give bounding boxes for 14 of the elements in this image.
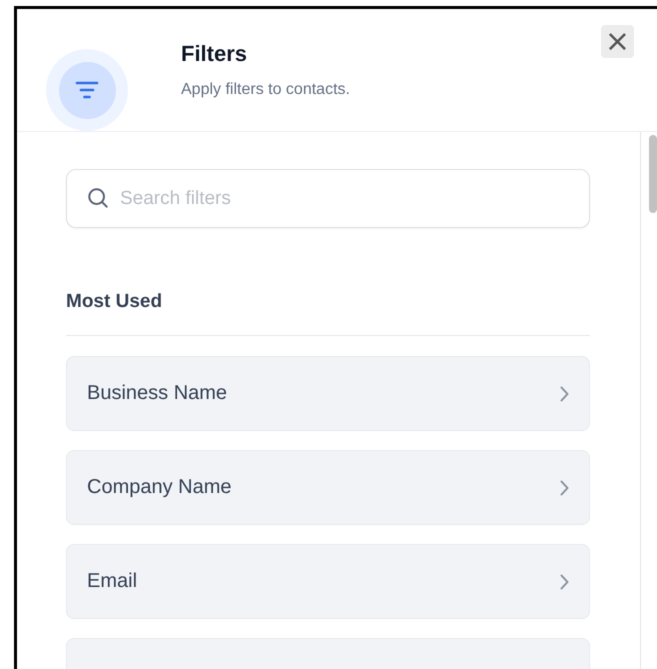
scrollbar[interactable]: [640, 132, 657, 669]
filter-item[interactable]: Business Name: [66, 356, 590, 431]
section-heading: Most Used: [66, 288, 590, 336]
filter-item[interactable]: Company Name: [66, 450, 590, 525]
close-button[interactable]: ×: [601, 25, 634, 58]
panel-subtitle: Apply filters to contacts.: [181, 80, 350, 100]
search-icon: [87, 187, 109, 209]
chevron-right-icon: [560, 574, 569, 590]
chevron-right-icon: [560, 480, 569, 496]
filter-item[interactable]: Email: [66, 544, 590, 619]
filter-icon: [75, 80, 99, 100]
chevron-right-icon: [560, 386, 569, 402]
panel-title: Filters: [181, 40, 248, 68]
search-field[interactable]: Search filters: [66, 169, 590, 228]
